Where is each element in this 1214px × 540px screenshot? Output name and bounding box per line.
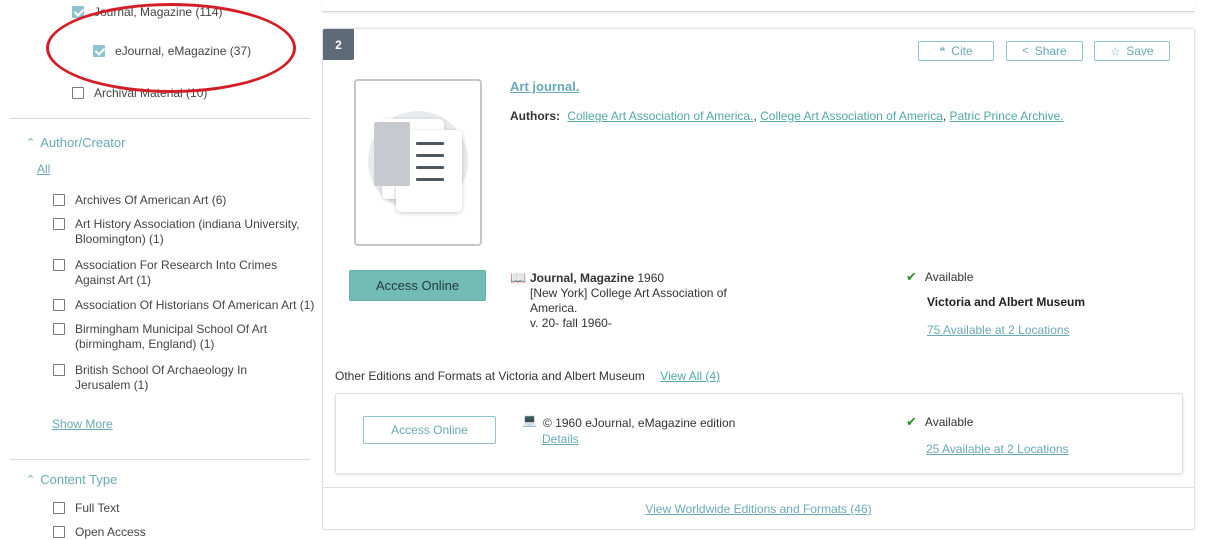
library-name: Victoria and Albert Museum [927, 295, 1086, 309]
checkbox-icon[interactable] [53, 502, 65, 514]
author-all-link[interactable]: All [37, 162, 50, 176]
document-gray-block [374, 122, 410, 186]
edition-locations-link[interactable]: 25 Available at 2 Locations [926, 442, 1069, 456]
view-all-link[interactable]: View All (4) [660, 369, 720, 383]
facet-label: Birmingham Municipal School Of Art (birm… [75, 322, 268, 351]
authors-row: Authors: College Art Association of Amer… [510, 109, 1064, 123]
chevron-up-icon: ⌃ [26, 474, 36, 486]
content-type-item[interactable]: Open Access [53, 525, 146, 540]
divider [10, 459, 310, 460]
availability-status: ✔ Available [906, 269, 974, 284]
check-icon: ✔ [906, 269, 917, 284]
author-creator-heading[interactable]: ⌃ Author/Creator [26, 135, 125, 150]
star-icon: ☆ [1110, 45, 1121, 58]
edition-text: © 1960 eJournal, eMagazine edition [543, 416, 736, 430]
publisher-line: America. [530, 301, 578, 315]
content-type-heading[interactable]: ⌃ Content Type [26, 472, 117, 487]
author-facet-item[interactable]: Association For Research Into Crimes Aga… [53, 258, 313, 288]
worldwide-editions-link[interactable]: View Worldwide Editions and Formats (46) [645, 502, 871, 516]
monitor-icon: 💻 [522, 413, 537, 427]
access-online-button[interactable]: Access Online [349, 270, 486, 301]
save-button[interactable]: ☆ Save [1094, 41, 1170, 61]
show-more-link[interactable]: Show More [52, 417, 113, 431]
author-facet-item[interactable]: Art History Association (indiana Univers… [53, 217, 311, 247]
facet-label: Open Access [75, 525, 146, 539]
edition-access-online-button[interactable]: Access Online [363, 416, 496, 444]
checkbox-icon[interactable] [53, 364, 65, 376]
author-link[interactable]: College Art Association of America. [567, 109, 753, 123]
document-line [416, 142, 444, 145]
checkbox-icon[interactable] [53, 218, 65, 230]
document-line [416, 178, 444, 181]
document-line [416, 154, 444, 157]
quote-icon: ❝ [939, 45, 946, 58]
document-page [374, 122, 462, 212]
worldwide-editions-bar: View Worldwide Editions and Formats (46) [323, 487, 1194, 530]
edition-details-link[interactable]: Details [542, 432, 579, 446]
publisher-line: [New York] College Art Association of [530, 286, 727, 300]
checkbox-icon[interactable] [53, 259, 65, 271]
item-thumbnail[interactable] [354, 79, 482, 246]
other-editions-row: Other Editions and Formats at Victoria a… [335, 369, 721, 383]
authors-label: Authors: [510, 109, 560, 123]
author-facet-item[interactable]: Archives Of American Art (6) [53, 193, 313, 208]
content-type-item[interactable]: Full Text [53, 501, 119, 516]
locations-link[interactable]: 75 Available at 2 Locations [927, 323, 1070, 337]
facet-label: Archives Of American Art (6) [75, 193, 227, 207]
author-facet-item[interactable]: Association Of Historians Of American Ar… [53, 298, 318, 313]
facet-label: Art History Association (indiana Univers… [75, 217, 300, 246]
red-circle-annotation [46, 3, 296, 93]
facet-label: Association For Research Into Crimes Aga… [75, 258, 278, 287]
previous-result-card-edge [322, 0, 1195, 12]
author-link[interactable]: College Art Association of America [760, 109, 943, 123]
checkbox-icon[interactable] [72, 87, 84, 99]
result-title-link[interactable]: Art journal. [510, 79, 579, 94]
checkbox-icon[interactable] [53, 323, 65, 335]
author-facet-item[interactable]: Birmingham Municipal School Of Art (birm… [53, 322, 288, 352]
divider [10, 118, 310, 119]
holdings-text: v. 20- fall 1960- [530, 316, 612, 330]
format-year: 1960 [637, 271, 665, 285]
facet-label: Association Of Historians Of American Ar… [75, 298, 315, 312]
result-number-badge: 2 [323, 29, 354, 60]
facet-sidebar: Journal, Magazine (114) eJournal, eMagaz… [0, 0, 322, 540]
cite-button[interactable]: ❝ Cite [918, 41, 994, 61]
book-icon: 📖 [510, 270, 527, 285]
checkbox-icon[interactable] [53, 526, 65, 538]
edition-availability: ✔ Available [906, 414, 974, 429]
check-icon: ✔ [906, 414, 917, 429]
chevron-up-icon: ⌃ [26, 137, 36, 149]
document-line [416, 166, 444, 169]
format-type: Journal, Magazine [530, 271, 635, 285]
checkbox-icon[interactable] [53, 194, 65, 206]
edition-card: Access Online 💻 © 1960 eJournal, eMagazi… [335, 393, 1183, 474]
format-info: Journal, Magazine 1960 [New York] Colleg… [530, 271, 727, 331]
checkbox-icon[interactable] [53, 299, 65, 311]
facet-label: British School Of Archaeology In Jerusal… [75, 363, 248, 392]
share-icon: < [1022, 45, 1029, 57]
result-card: 2 ❝ Cite < Share ☆ Save Art journal. Aut… [322, 28, 1195, 530]
share-button[interactable]: < Share [1006, 41, 1083, 61]
author-facet-item[interactable]: British School Of Archaeology In Jerusal… [53, 363, 303, 393]
facet-label: Full Text [75, 501, 120, 515]
author-link[interactable]: Patric Prince Archive. [950, 109, 1064, 123]
